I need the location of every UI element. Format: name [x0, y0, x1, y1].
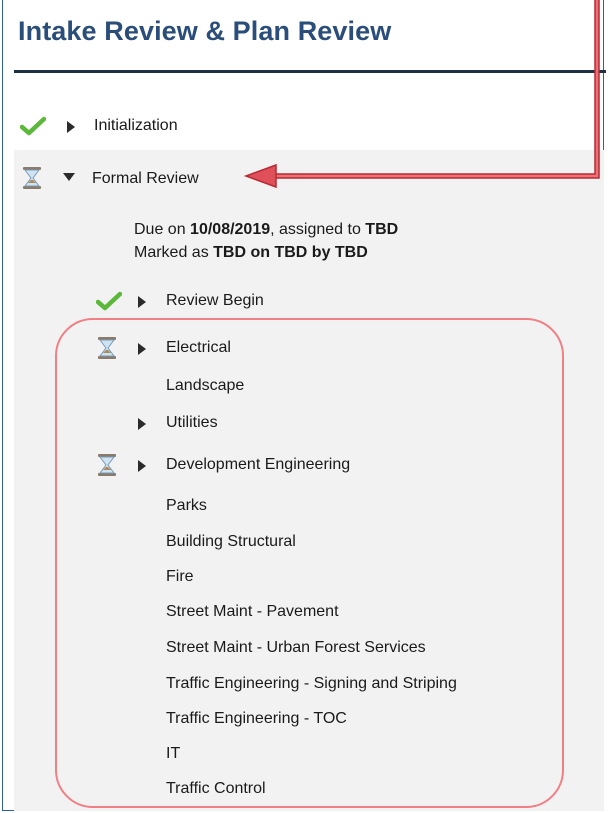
annotation-arrow: [243, 0, 600, 189]
